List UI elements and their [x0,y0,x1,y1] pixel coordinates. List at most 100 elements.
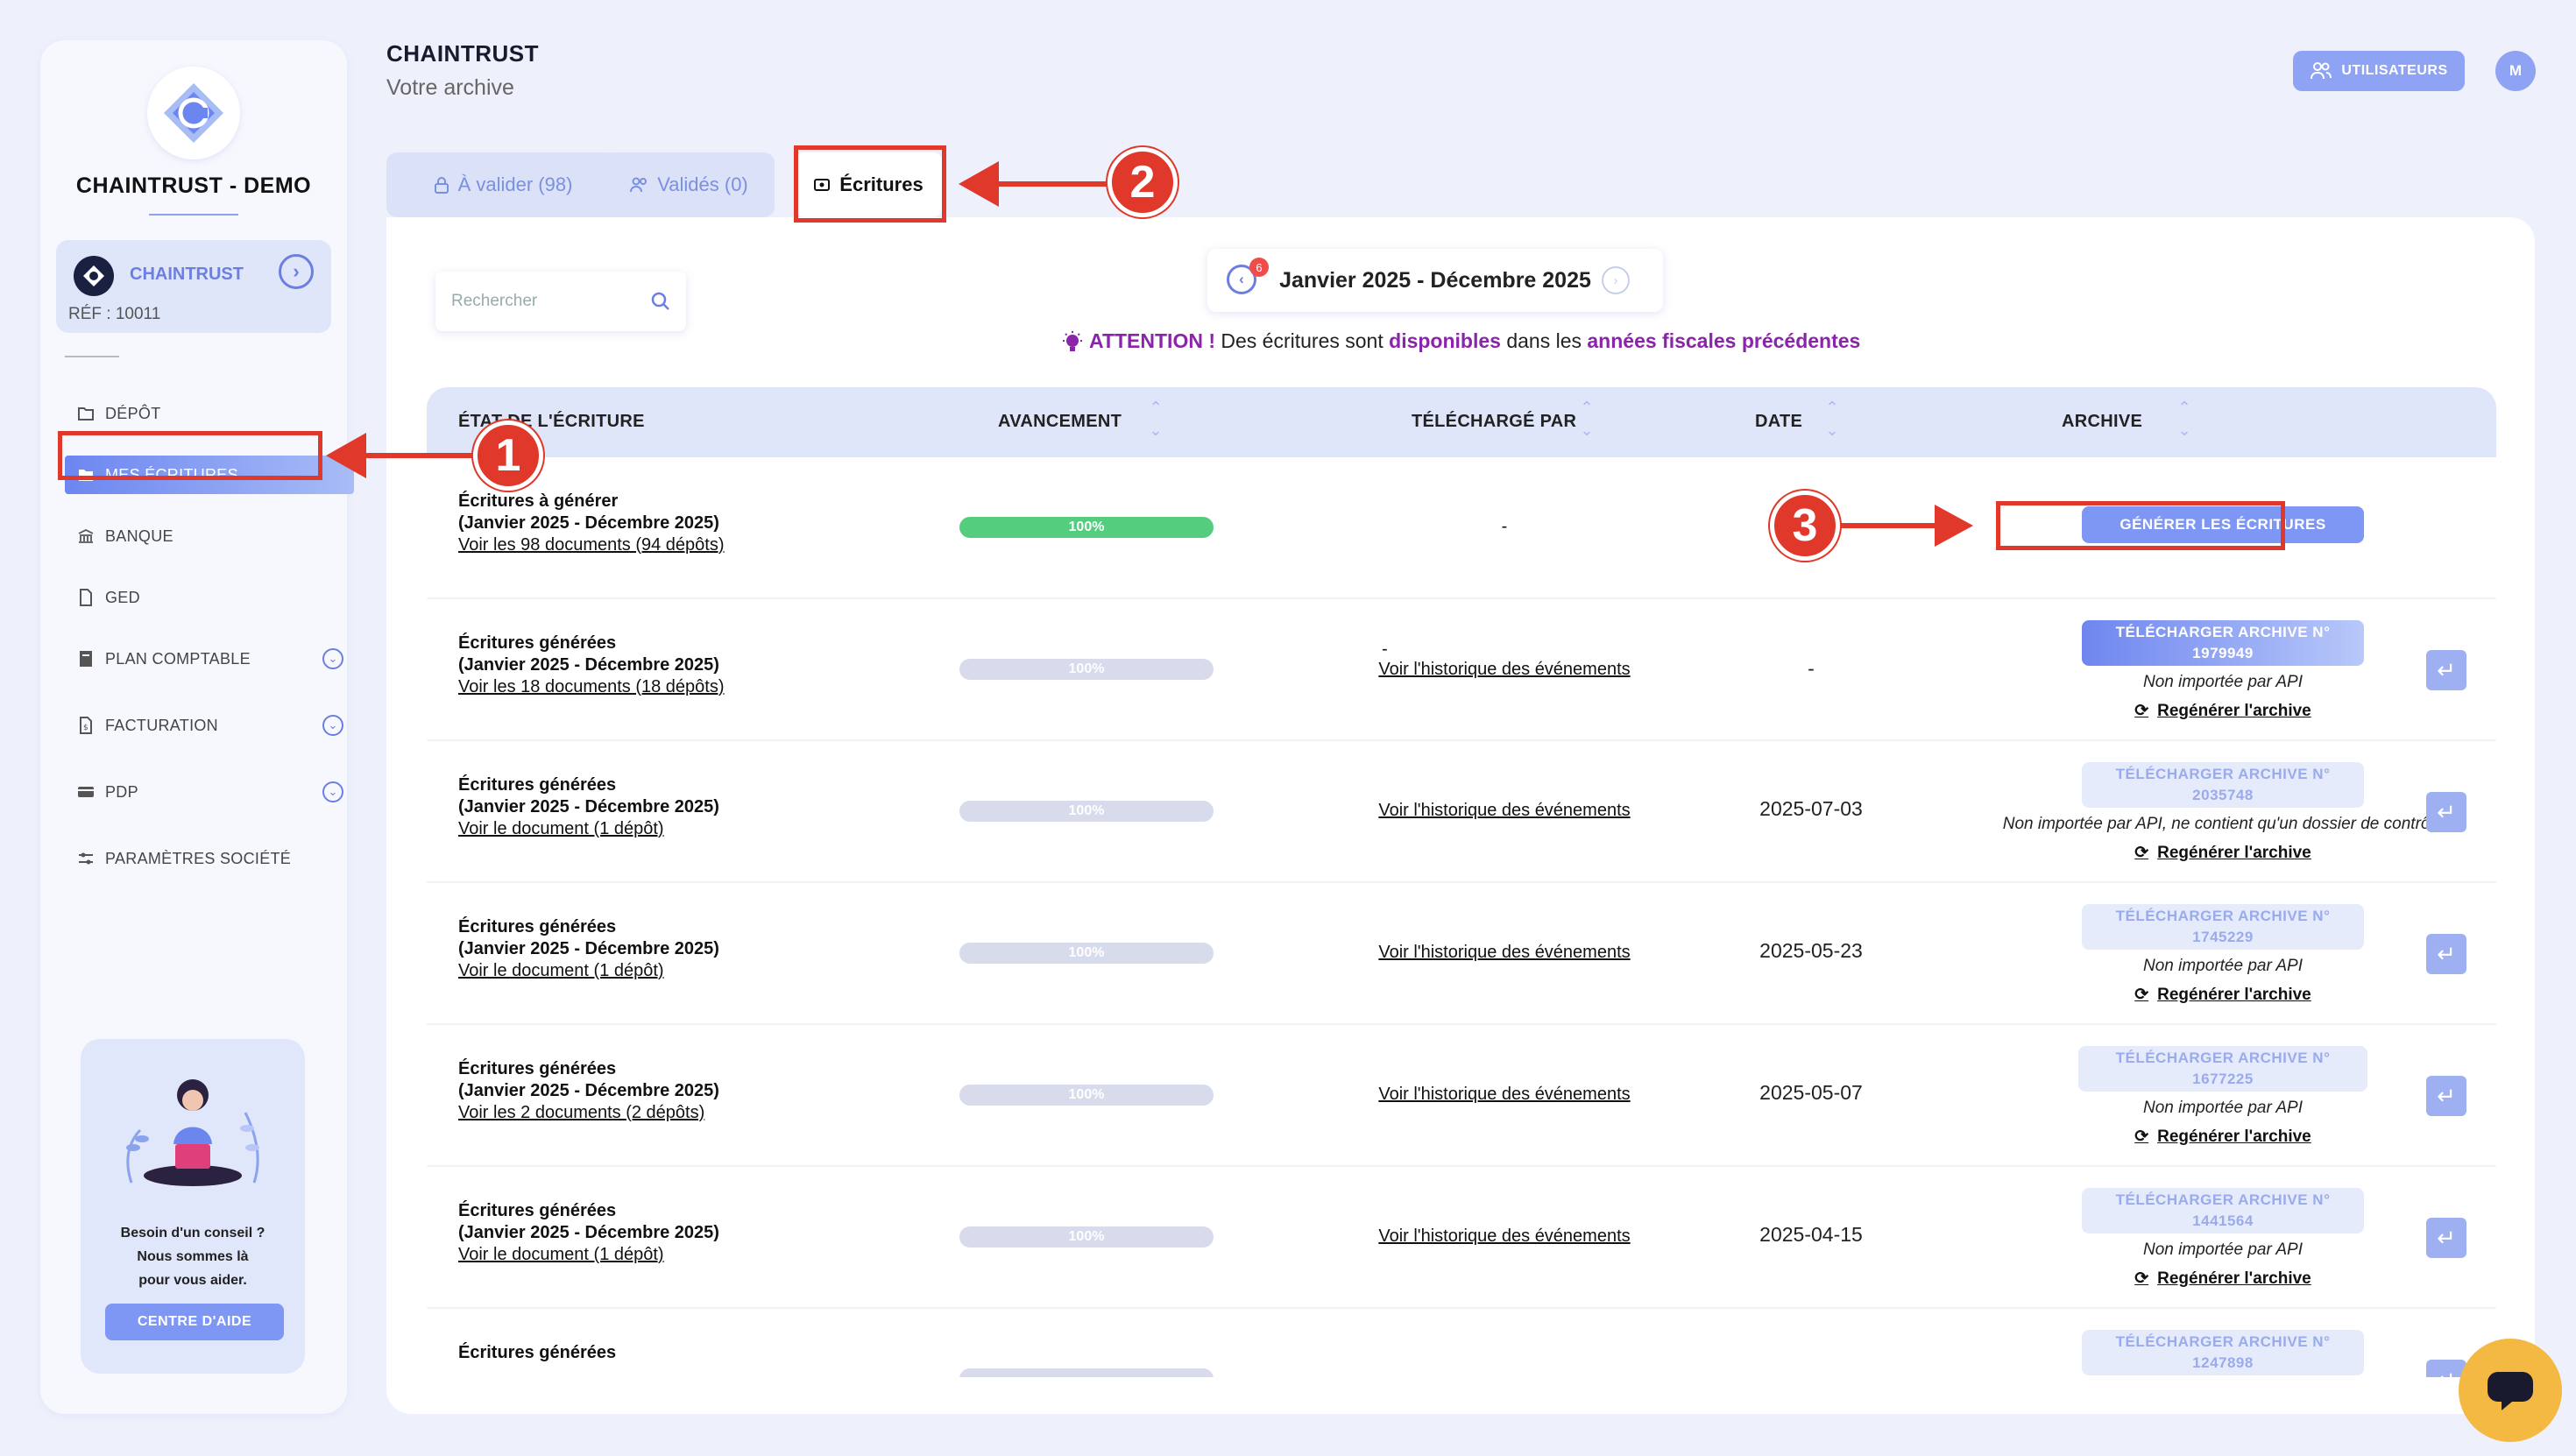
nav-item-banque[interactable]: BANQUE [75,517,338,555]
attention-text: dans les [1500,329,1588,352]
avatar[interactable]: M [2495,51,2536,91]
row-date: 2025-05-23 [1759,939,1863,962]
chevron-down-icon[interactable]: ⌄ [322,715,343,736]
archive-note: Non importée par API [2143,1099,2303,1117]
nav-item-facturation[interactable]: $ FACTURATION ⌄ [75,706,343,745]
row-documents-link[interactable]: Voir les 18 documents (18 dépôts) [458,676,725,698]
table-row: Écritures générées (Janvier 2025 - Décem… [427,741,2496,883]
arrow-1-body [363,453,477,458]
page-subtitle: Votre archive [386,75,514,100]
history-link[interactable]: Voir l'historique des événements [1355,801,1653,821]
tab-valides[interactable]: Validés (0) [603,152,775,217]
regenerate-archive-link[interactable]: ⟳ Regénérer l'archive [2134,701,2311,721]
nav-label: DÉPÔT [105,404,161,422]
help-illustration [105,1060,280,1200]
row-state: Écritures à générer (Janvier 2025 - Déce… [458,491,725,556]
period-selector: Janvier 2025 - Décembre 2025 ‹ 6 › [1207,249,1663,312]
row-downloaded-by: Voir l'historique des événements [1355,1085,1653,1105]
arrow-2-body [995,181,1113,187]
row-documents-link[interactable]: Voir les 98 documents (94 dépôts) [458,534,725,556]
return-icon[interactable]: ↵ [2426,1218,2466,1258]
regenerate-archive-link[interactable]: ⟳ Regénérer l'archive [2134,1127,2311,1147]
return-icon[interactable]: ↵ [2426,792,2466,832]
help-text: Besoin d'un conseil ? Nous sommes là pou… [81,1221,305,1292]
row-downloaded-by: Voir l'historique des événements [1355,801,1653,821]
download-archive-button[interactable]: TÉLÉCHARGER ARCHIVE N° 1745229 [2082,904,2364,950]
download-archive-button[interactable]: TÉLÉCHARGER ARCHIVE N° 1247898 [2082,1330,2364,1375]
arrow-1-head [326,433,366,478]
nav-label: PARAMÈTRES SOCIÉTÉ [105,849,292,867]
help-center-button[interactable]: CENTRE D'AIDE [105,1304,284,1340]
regenerate-label: Regénérer l'archive [2157,1269,2311,1288]
search-input[interactable] [451,292,644,311]
attention-emphasis: disponibles [1389,329,1501,352]
search-box[interactable] [435,272,686,331]
highlight-box-ecritures-tab [794,145,946,223]
return-icon[interactable]: ↵ [2426,934,2466,974]
row-documents-link[interactable]: Voir le document (1 dépôt) [458,960,719,982]
arrow-2-head [959,161,999,207]
row-downloaded-by: Voir l'historique des événements [1355,1226,1653,1247]
row-documents-link[interactable]: Voir le document (1 dépôt) [458,818,719,840]
users-icon [630,177,648,193]
refresh-icon: ⟳ [2134,1127,2149,1146]
row-date: 2025-07-03 [1759,797,1863,820]
nav-item-pdp[interactable]: PDP ⌄ [75,773,343,811]
history-link[interactable]: Voir l'historique des événements [1355,660,1653,680]
annotation-number-3: 3 [1770,491,1840,561]
return-icon[interactable]: ↵ [2426,650,2466,690]
account-card[interactable]: CHAINTRUST › RÉF : 10011 [56,240,331,333]
company-logo [147,67,240,159]
refresh-icon: ⟳ [2134,702,2149,720]
refresh-icon: ⟳ [2134,844,2149,862]
sliders-icon [75,848,96,869]
book-icon [75,648,96,669]
regenerate-label: Regénérer l'archive [2157,843,2311,862]
table-row: Écritures générées TÉLÉCHARGER ARCHIVE N… [427,1309,2496,1377]
row-archive: TÉLÉCHARGER ARCHIVE N° 2035748 Non impor… [1934,762,2496,863]
chevron-down-icon[interactable]: ⌄ [322,781,343,802]
row-documents-link[interactable]: Voir le document (1 dépôt) [458,1244,719,1266]
progress-bar: 100% [959,659,1214,680]
arrow-3-body [1840,523,1938,528]
history-link[interactable]: Voir l'historique des événements [1355,1226,1653,1247]
download-archive-button[interactable]: TÉLÉCHARGER ARCHIVE N° 1441564 [2082,1188,2364,1233]
download-archive-button[interactable]: TÉLÉCHARGER ARCHIVE N° 1677225 [2078,1046,2367,1092]
sort-icon[interactable]: ⌃ ⌄ [1578,396,1596,445]
account-name: CHAINTRUST [130,265,244,284]
nav-item-plan-comptable[interactable]: PLAN COMPTABLE ⌄ [75,640,343,678]
regenerate-archive-link[interactable]: ⟳ Regénérer l'archive [2134,843,2311,863]
progress-bar: 100% [959,801,1214,822]
sort-icon[interactable]: ⌃ ⌄ [2176,396,2193,445]
next-period-icon[interactable]: › [1602,266,1630,294]
history-link[interactable]: Voir l'historique des événements [1355,943,1653,963]
lock-icon [434,177,449,194]
account-switch-icon[interactable]: › [279,254,314,289]
refresh-icon: ⟳ [2134,986,2149,1004]
download-archive-button[interactable]: TÉLÉCHARGER ARCHIVE N° 1979949 [2082,620,2364,666]
sort-icon[interactable]: ⌃ ⌄ [1147,396,1164,445]
regenerate-archive-link[interactable]: ⟳ Regénérer l'archive [2134,985,2311,1005]
search-icon[interactable] [651,292,670,311]
history-link[interactable]: Voir l'historique des événements [1355,1085,1653,1105]
nav-item-ged[interactable]: GED [75,578,338,617]
row-date: - [1808,657,1815,680]
sort-icon[interactable]: ⌃ ⌄ [1823,396,1841,445]
account-logo-icon [74,256,114,296]
regenerate-archive-link[interactable]: ⟳ Regénérer l'archive [2134,1269,2311,1289]
help-line: pour vous aider. [138,1273,247,1288]
header-date: DATE [1755,412,1803,431]
download-archive-button[interactable]: TÉLÉCHARGER ARCHIVE N° 2035748 [2082,762,2364,808]
chevron-down-icon[interactable]: ⌄ [322,648,343,669]
nav-item-parametres-societe[interactable]: PARAMÈTRES SOCIÉTÉ [75,839,338,878]
nav-item-depot[interactable]: DÉPÔT [75,394,338,433]
folder-icon [75,403,96,424]
tab-a-valider[interactable]: À valider (98) [386,152,619,217]
nav-label: GED [105,588,140,606]
return-icon[interactable]: ↵ [2426,1076,2466,1116]
row-documents-link[interactable]: Voir les 2 documents (2 dépôts) [458,1102,719,1124]
chat-button[interactable] [2459,1339,2562,1442]
lightbulb-icon [1062,330,1082,351]
header-archive: ARCHIVE [2062,412,2143,431]
users-button[interactable]: UTILISATEURS [2293,51,2465,91]
